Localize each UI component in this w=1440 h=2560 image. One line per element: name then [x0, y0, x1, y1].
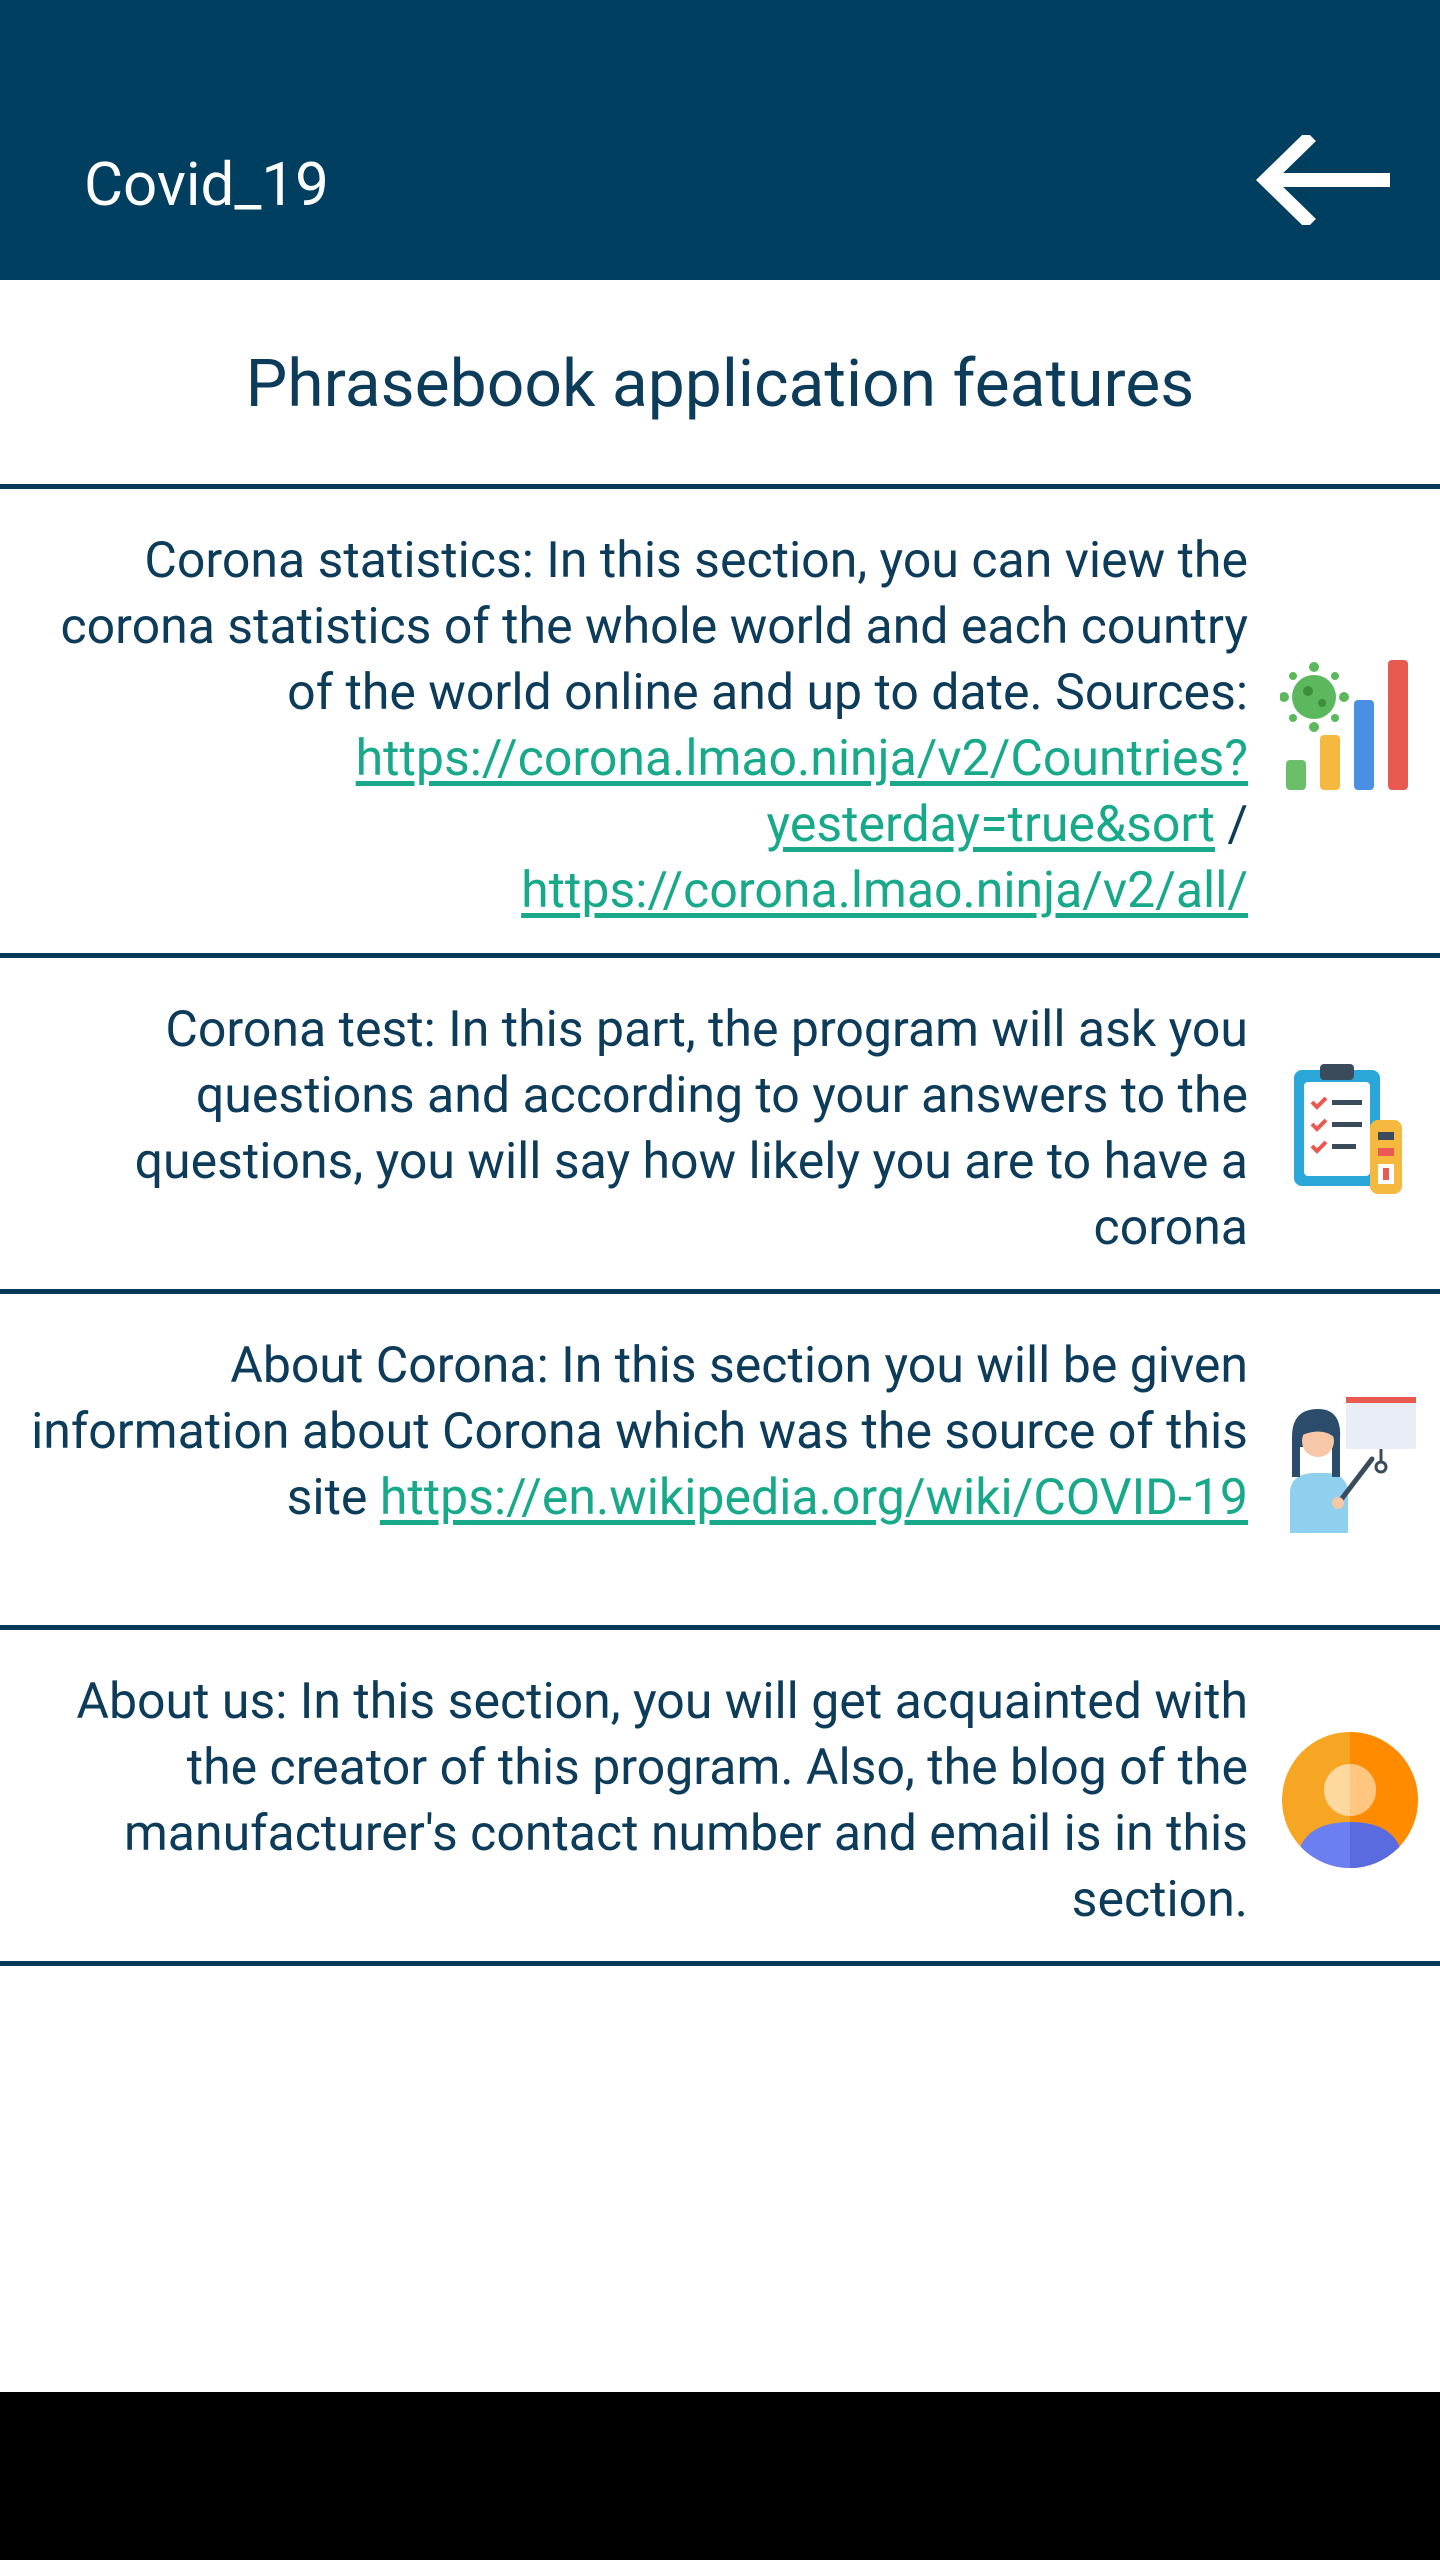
divider [0, 953, 1440, 958]
divider [0, 484, 1440, 489]
app-title: Covid_19 [84, 149, 329, 220]
link-separator: / [1214, 796, 1248, 854]
arrow-back-icon [1256, 135, 1390, 225]
feature-statistics-text: Corona statistics: In this section, you … [30, 528, 1248, 924]
divider [0, 1289, 1440, 1294]
back-button[interactable] [1248, 120, 1398, 240]
clipboard-test-icon[interactable] [1280, 1058, 1420, 1198]
feature-about-corona-text: About Corona: In this section you will b… [30, 1333, 1248, 1531]
system-navigation-bar [0, 2392, 1440, 2560]
feature-statistics-description: Corona statistics: In this section, you … [60, 532, 1248, 722]
wikipedia-covid-link[interactable]: https://en.wikipedia.org/wiki/COVID-19 [380, 1469, 1248, 1527]
chart-virus-icon[interactable] [1280, 655, 1420, 795]
divider [0, 1625, 1440, 1630]
page-title: Phrasebook application features [245, 346, 1195, 423]
user-avatar-icon[interactable] [1280, 1730, 1420, 1870]
statistics-source-link-countries[interactable]: https://corona.lmao.ninja/v2/Countries?y… [356, 730, 1248, 854]
statistics-source-link-all[interactable]: https://corona.lmao.ninja/v2/all/ [521, 862, 1248, 920]
feature-about-us-text: About us: In this section, you will get … [76, 1673, 1248, 1929]
app-bar: Covid_19 [0, 0, 1440, 280]
feature-test-text: Corona test: In this part, the program w… [134, 1001, 1248, 1257]
teacher-presentation-icon[interactable] [1280, 1393, 1420, 1533]
divider [0, 1961, 1440, 1966]
